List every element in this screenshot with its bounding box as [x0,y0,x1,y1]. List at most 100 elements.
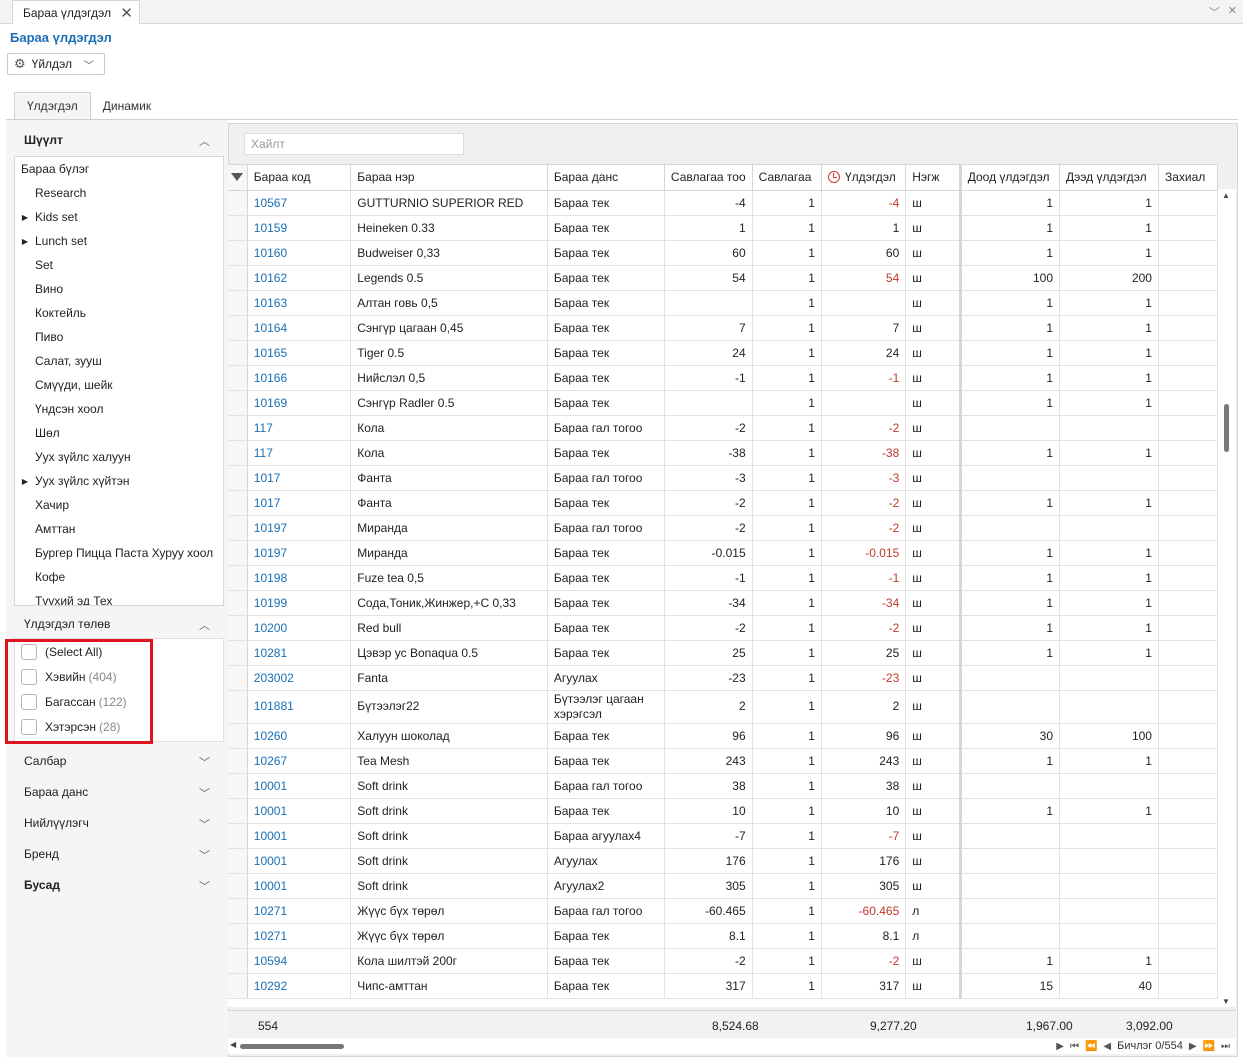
column-header[interactable]: Савлагаа тоо [664,165,753,191]
cell-code[interactable]: 10159 [247,215,352,241]
cell-code[interactable]: 10594 [247,948,352,974]
tree-item[interactable]: Пиво [15,325,223,349]
row-indicator[interactable] [228,315,248,341]
document-tab[interactable]: Бараа үлдэгдэл ✕ [12,0,140,24]
scroll-thumb[interactable] [240,1044,344,1049]
tree-item[interactable]: Смүүди, шейк [15,373,223,397]
tree-item[interactable]: Хачир [15,493,223,517]
row-indicator[interactable] [228,490,248,516]
tab-dynamic[interactable]: Динамик [91,92,163,120]
expand-arrow-icon[interactable]: ▶ [15,477,35,486]
table-row[interactable]: 1017 Фанта Бараа тек -2 1 -2 ш 1 1 [228,490,1218,516]
column-header[interactable]: Савлагаа [752,165,822,191]
table-row[interactable]: 10271 Жүүс бүх төрөл Бараа тек 8.1 1 8.1 л [228,923,1218,949]
row-indicator[interactable] [228,415,248,441]
cell-code[interactable]: 10001 [247,848,352,874]
table-row[interactable]: 117 Кола Бараа тек -38 1 -38 ш 1 1 [228,440,1218,466]
tree-item[interactable]: Ууx зүйлс халуун [15,445,223,469]
row-indicator[interactable] [228,240,248,266]
row-indicator[interactable] [228,748,248,774]
filter-section-1[interactable]: Салбар [24,754,66,768]
column-header[interactable]: Дээд үлдэгдэл [1059,165,1159,191]
close-window-icon[interactable]: ✕ [1228,4,1237,20]
column-header[interactable]: Доод үлдэгдэл [960,165,1061,191]
row-indicator[interactable] [228,798,248,824]
row-indicator[interactable] [228,690,248,724]
search-input[interactable]: Хайлт [244,133,464,155]
tree-item[interactable]: Set [15,253,223,277]
table-row[interactable]: 203002 Fanta Агуулах -23 1 -23 ш [228,665,1218,691]
cell-code[interactable]: 10199 [247,590,352,616]
table-row[interactable]: 10159 Heineken 0.33 Бараа тек 1 1 1 ш 1 1 [228,215,1218,241]
row-indicator[interactable] [228,948,248,974]
table-row[interactable]: 117 Кола Бараа гал тогоо -2 1 -2 ш [228,415,1218,441]
tree-item[interactable]: Түүхий эд Тех [15,589,223,605]
row-indicator[interactable] [228,640,248,666]
column-header[interactable]: Бараа данс [547,165,665,191]
table-row[interactable]: 10200 Red bull Бараа тек -2 1 -2 ш 1 1 [228,615,1218,641]
cell-code[interactable]: 10160 [247,240,352,266]
scroll-down-icon[interactable]: ▼ [1222,997,1230,1006]
close-icon[interactable]: ✕ [120,4,133,22]
row-indicator[interactable] [228,823,248,849]
table-row[interactable]: 10594 Кола шилтэй 200г Бараа тек -2 1 -2 ш 1 1 [228,948,1218,974]
cell-code[interactable]: 10198 [247,565,352,591]
cell-code[interactable]: 117 [247,415,352,441]
row-indicator[interactable] [228,773,248,799]
cell-code[interactable]: 10567 [247,190,352,216]
table-row[interactable]: 101881 Бүтээлэг22 Бүтээлэг цагаан хэрэгсэл… [228,690,1218,724]
prev-page-icon[interactable]: ◀ [1103,1041,1111,1052]
cell-code[interactable]: 203002 [247,665,352,691]
filter-section-4[interactable]: Бренд [24,847,59,861]
horizontal-scrollbar[interactable]: ◀ ▶ ⏮ ⏪ ◀ Бичлэг 0/554 ▶ ⏩ ⏭ [228,1038,1236,1054]
column-header-balance[interactable]: Үлдэгдэл [821,165,907,191]
row-indicator[interactable] [228,515,248,541]
tree-item[interactable]: Вино [15,277,223,301]
table-row[interactable]: 10169 Сэнгүр Radler 0.5 Бараа тек 1 ш 1 1 [228,390,1218,416]
table-row[interactable]: 10197 Миранда Бараа гал тогоо -2 1 -2 ш [228,515,1218,541]
tree-item[interactable]: Шөл [15,421,223,445]
row-indicator[interactable] [228,615,248,641]
chevron-down-icon[interactable]: ﹀ [199,878,210,894]
cell-code[interactable]: 10163 [247,290,352,316]
table-row[interactable]: 10199 Сода,Тоник,Жинжер,+С 0,33 Бараа тек -… [228,590,1218,616]
first-page-icon[interactable]: ⏮ [1070,1041,1079,1052]
cell-code[interactable]: 10197 [247,540,352,566]
table-row[interactable]: 10163 Алтан говь 0,5 Бараа тек 1 ш 1 1 [228,290,1218,316]
row-indicator[interactable] [228,873,248,899]
cell-code[interactable]: 10267 [247,748,352,774]
prev-page-fast-icon[interactable]: ⏪ [1085,1041,1097,1052]
row-indicator[interactable] [228,590,248,616]
row-indicator[interactable] [228,465,248,491]
tree-item[interactable]: Коктейль [15,301,223,325]
table-row[interactable]: 10164 Сэнгүр цагаан 0,45 Бараа тек 7 1 7 ш 1 1 [228,315,1218,341]
cell-code[interactable]: 10001 [247,773,352,799]
row-indicator[interactable] [228,723,248,749]
row-indicator[interactable] [228,848,248,874]
scroll-up-icon[interactable]: ▲ [1222,191,1230,200]
tree-root[interactable]: Бараа бүлэг [15,157,223,181]
table-row[interactable]: 10162 Legends 0.5 Бараа тек 54 1 54 ш 100 200 [228,265,1218,291]
chevron-down-icon[interactable]: ﹀ [199,847,210,863]
chevron-down-icon[interactable]: ﹀ [199,785,210,801]
tree-item[interactable]: Амттан [15,517,223,541]
scroll-left-icon[interactable]: ◀ [230,1040,236,1049]
table-row[interactable]: 10197 Миранда Бараа тек -0.015 1 -0.015 ш 1 1 [228,540,1218,566]
expand-arrow-icon[interactable]: ▶ [15,213,35,222]
column-header[interactable]: Нэгж [905,165,962,191]
row-indicator[interactable] [228,215,248,241]
expand-arrow-icon[interactable]: ▶ [15,237,35,246]
cell-code[interactable]: 10260 [247,723,352,749]
table-row[interactable]: 10160 Budweiser 0,33 Бараа тек 60 1 60 ш 1 1 [228,240,1218,266]
table-row[interactable]: 10281 Цэвэр ус Bonaqua 0.5 Бараа тек 25 1 25 ш… [228,640,1218,666]
next-page-fast-icon[interactable]: ⏩ [1203,1041,1215,1052]
table-row[interactable]: 10166 Нийслэл 0,5 Бараа тек -1 1 -1 ш 1 1 [228,365,1218,391]
tree-item[interactable]: Research [15,181,223,205]
vertical-scrollbar[interactable]: ▲ ▼ [1218,189,1236,1007]
column-header[interactable]: Бараа код [247,165,352,191]
cell-code[interactable]: 10169 [247,390,352,416]
cell-code[interactable]: 10001 [247,823,352,849]
row-indicator[interactable] [228,290,248,316]
row-indicator[interactable] [228,190,248,216]
table-row[interactable]: 10165 Tiger 0.5 Бараа тек 24 1 24 ш 1 1 [228,340,1218,366]
